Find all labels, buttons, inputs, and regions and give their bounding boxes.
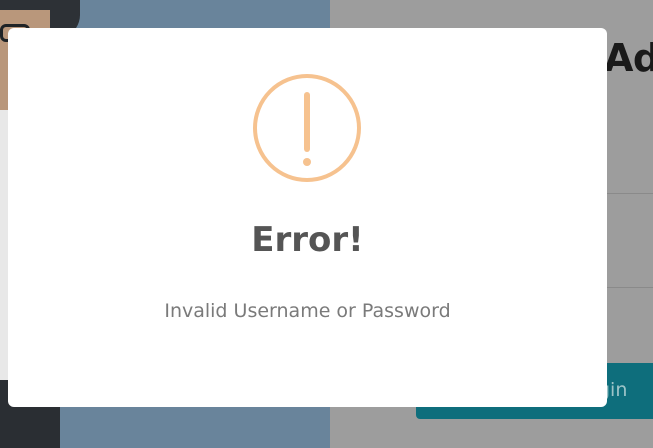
error-message: Invalid Username or Password (164, 300, 451, 322)
username-field-underline (606, 193, 653, 194)
error-title: Error! (251, 220, 364, 260)
exclamation-circle-icon (253, 74, 361, 182)
error-dialog: Error! Invalid Username or Password (8, 28, 607, 407)
password-field-underline (606, 287, 653, 288)
login-heading: Ad (604, 36, 653, 80)
